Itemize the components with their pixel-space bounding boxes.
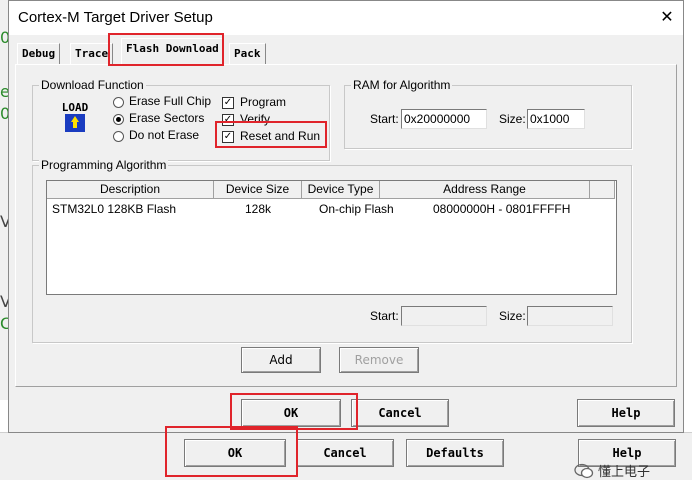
reset-and-run-label: Reset and Run (240, 129, 321, 143)
bg-glyph: V (0, 294, 8, 310)
load-icon: LOAD (57, 99, 93, 133)
column-header-extra (590, 181, 615, 199)
column-header-address-range[interactable]: Address Range (380, 181, 590, 199)
ram-title: RAM for Algorithm (351, 78, 453, 92)
remove-button[interactable]: Remove (339, 347, 419, 373)
tab-pack[interactable]: Pack (229, 43, 266, 64)
bg-glyph: 0 (0, 106, 8, 122)
column-header-description[interactable]: Description (47, 181, 214, 199)
column-header-label: Address Range (443, 182, 526, 196)
algo-size-field[interactable] (527, 306, 613, 326)
column-header-device-type[interactable]: Device Type (302, 181, 380, 199)
ram-start-label: Start: (370, 112, 399, 126)
program-label: Program (240, 95, 287, 109)
erase-sectors-radio[interactable] (113, 114, 124, 125)
algorithm-cell-address[interactable]: 08000000H - 0801FFFFH (433, 202, 570, 216)
wechat-icon (574, 463, 594, 478)
ram-start-field[interactable]: 0x20000000 (401, 109, 487, 129)
dialog-title: Cortex-M Target Driver Setup (18, 9, 213, 26)
back-ok-button[interactable]: OK (184, 439, 286, 467)
programming-algorithm-title: Programming Algorithm (39, 158, 169, 172)
erase-full-chip-radio[interactable] (113, 97, 124, 108)
column-header-label: Description (99, 182, 161, 196)
column-header-label: Device Type (307, 182, 374, 196)
algorithm-cell-size[interactable]: 128k (245, 202, 271, 216)
program-checkbox[interactable]: ✓ (222, 97, 234, 109)
column-header-label: Device Size (225, 182, 290, 196)
do-not-erase-radio[interactable] (113, 131, 124, 142)
column-header-device-size[interactable]: Device Size (214, 181, 302, 199)
title-bar: Cortex-M Target Driver Setup ✕ (9, 1, 683, 35)
verify-label: Verify (240, 112, 271, 126)
bg-glyph: V (0, 214, 8, 230)
algorithm-cell-type[interactable]: On-chip Flash (319, 202, 394, 216)
background-window-edge: 0 e 0 V V C (0, 0, 8, 400)
tab-flash-download[interactable]: Flash Download (121, 38, 224, 66)
add-button[interactable]: Add (241, 347, 321, 373)
back-cancel-button[interactable]: Cancel (296, 439, 394, 467)
reset-and-run-checkbox[interactable]: ✓ (222, 131, 234, 143)
algo-start-field[interactable] (401, 306, 487, 326)
bg-glyph: e (0, 84, 8, 100)
tab-trace[interactable]: Trace (70, 43, 114, 64)
download-function-title: Download Function (39, 78, 146, 92)
load-icon-text: LOAD (62, 101, 89, 114)
algo-start-label: Start: (370, 309, 399, 323)
algorithm-list[interactable]: Description Device Size Device Type Addr… (46, 180, 617, 295)
tab-debug[interactable]: Debug (17, 43, 61, 64)
erase-sectors-label: Erase Sectors (129, 111, 205, 125)
algorithm-cell-description[interactable]: STM32L0 128KB Flash (52, 202, 176, 216)
do-not-erase-label: Do not Erase (129, 128, 200, 142)
bg-glyph: C (0, 316, 8, 332)
verify-checkbox[interactable]: ✓ (222, 114, 234, 126)
close-icon[interactable]: ✕ (657, 7, 677, 27)
ok-button[interactable]: OK (241, 399, 341, 427)
ram-size-label: Size: (499, 112, 526, 126)
erase-full-chip-label: Erase Full Chip (129, 94, 212, 108)
cancel-button[interactable]: Cancel (351, 399, 449, 427)
back-defaults-button[interactable]: Defaults (406, 439, 504, 467)
target-driver-setup-dialog: Cortex-M Target Driver Setup ✕ Debug Tra… (8, 0, 684, 433)
bg-glyph: 0 (0, 30, 8, 46)
watermark-text: 懂上电子 (598, 465, 651, 480)
watermark: 懂上电子 (574, 461, 650, 480)
algo-size-label: Size: (499, 309, 526, 323)
help-button[interactable]: Help (577, 399, 675, 427)
ram-size-field[interactable]: 0x1000 (527, 109, 585, 129)
